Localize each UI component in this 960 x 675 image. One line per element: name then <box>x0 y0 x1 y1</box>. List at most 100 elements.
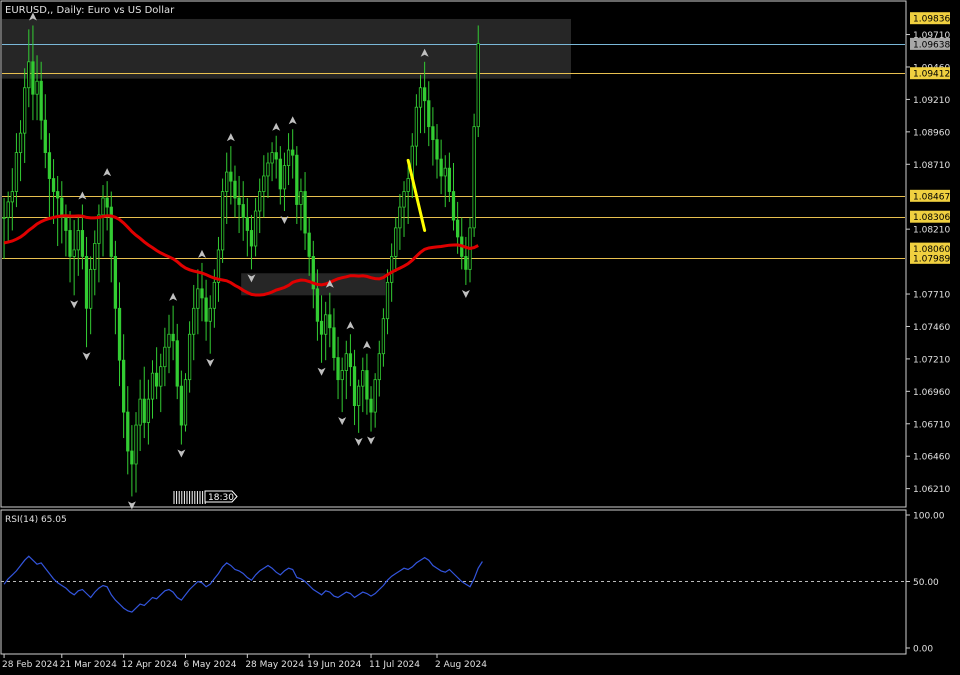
time-tick-label: 6 May 2024 <box>183 660 236 670</box>
candle-body <box>435 139 439 160</box>
candle-body <box>348 353 353 368</box>
price-tick-label: 1.06460 <box>913 453 950 463</box>
candle-body <box>142 398 146 423</box>
candle-body <box>307 232 311 257</box>
price-tick-label: 1.06210 <box>913 485 950 495</box>
candle-body <box>439 158 443 177</box>
rsi-tick-label: 0.00 <box>913 645 933 655</box>
candle-body <box>154 372 159 387</box>
price-tick-label: 1.06960 <box>913 388 950 398</box>
candle-body <box>377 353 381 381</box>
candle-body <box>72 249 76 257</box>
candle-body <box>233 180 237 199</box>
chart-background <box>0 0 960 675</box>
candle-body <box>266 162 270 177</box>
candle-body <box>117 307 122 361</box>
candle-body <box>237 197 241 205</box>
candle-body <box>10 191 14 203</box>
price-tick-label: 1.07460 <box>913 323 950 333</box>
candle-body <box>336 357 340 381</box>
candle-body <box>262 175 266 192</box>
candle-body <box>43 119 47 154</box>
candle-body <box>35 80 39 95</box>
candle-body <box>130 450 134 465</box>
highlight-zone <box>2 18 572 79</box>
candle-body <box>328 314 332 329</box>
candle-body <box>361 370 365 387</box>
candle-body <box>278 158 282 190</box>
candle-body <box>39 80 43 121</box>
time-tick-label: 12 Apr 2024 <box>122 660 178 670</box>
candle-body <box>200 288 204 299</box>
candle-body <box>258 191 262 212</box>
level-price-label: 1.09412 <box>913 70 950 80</box>
candle-body <box>146 398 151 423</box>
candle-body <box>443 167 447 177</box>
candle-body <box>93 243 97 270</box>
price-tick-label: 1.08210 <box>913 226 950 236</box>
candle-body <box>27 61 31 89</box>
candle-body <box>344 353 348 371</box>
candle-body <box>126 411 130 452</box>
candle-body <box>365 370 369 400</box>
trading-chart[interactable]: EURUSD,, Daily: Euro vs US Dollar 18:30 … <box>0 0 960 675</box>
candle-body <box>68 230 72 257</box>
price-tick-label: 1.07210 <box>913 355 950 365</box>
candle-body <box>303 191 307 234</box>
candle-body <box>167 333 171 348</box>
time-tick-label: 21 Mar 2024 <box>60 660 117 670</box>
candle-body <box>159 366 163 387</box>
candle-body <box>80 230 85 257</box>
time-tick-label: 19 Jun 2024 <box>307 660 361 670</box>
candle-body <box>282 165 287 190</box>
candle-body <box>192 307 196 335</box>
candle-body <box>369 398 373 413</box>
candle-body <box>398 206 402 229</box>
candle-body <box>406 178 410 192</box>
candle-body <box>134 424 138 465</box>
candle-body <box>220 191 225 251</box>
candle-body <box>315 288 320 322</box>
candle-body <box>208 307 212 322</box>
candle-body <box>418 87 423 108</box>
candle-body <box>291 149 295 156</box>
level-price-label: 1.09836 <box>913 15 950 25</box>
candle-body <box>97 214 101 244</box>
candle-body <box>451 191 456 221</box>
candle-body <box>319 320 324 335</box>
candle-body <box>270 152 274 164</box>
time-tick-label: 2 Aug 2024 <box>435 660 487 670</box>
candle-body <box>76 230 80 251</box>
candle-body <box>23 87 27 134</box>
candle-body <box>179 385 183 426</box>
candle-body <box>212 281 216 309</box>
candle-body <box>84 256 89 309</box>
candle-body <box>340 370 344 381</box>
candle-body <box>18 132 23 154</box>
candle-body <box>89 268 93 309</box>
time-tick-label: 28 May 2024 <box>245 660 304 670</box>
candle-body <box>225 171 229 192</box>
candle-body <box>381 318 386 355</box>
candle-body <box>51 178 56 192</box>
candle-body <box>64 217 68 231</box>
level-price-label: 1.09638 <box>913 40 950 50</box>
candle-body <box>464 256 468 270</box>
timer-label: 18:30 <box>208 493 234 503</box>
candle-body <box>163 346 167 368</box>
level-price-label: 1.08467 <box>913 192 950 202</box>
candle-body <box>6 201 10 218</box>
candle-body <box>138 398 142 426</box>
candle-body <box>427 100 431 128</box>
candle-body <box>31 61 35 95</box>
candle-body <box>295 154 299 205</box>
candle-body <box>394 227 398 257</box>
candle-body <box>455 219 460 238</box>
candle-body <box>175 340 179 387</box>
candle-body <box>385 281 390 320</box>
price-tick-label: 1.06710 <box>913 420 950 430</box>
candle-body <box>2 217 6 219</box>
candle-body <box>196 288 200 309</box>
price-tick-label: 1.07710 <box>913 291 950 301</box>
candle-body <box>14 152 19 192</box>
